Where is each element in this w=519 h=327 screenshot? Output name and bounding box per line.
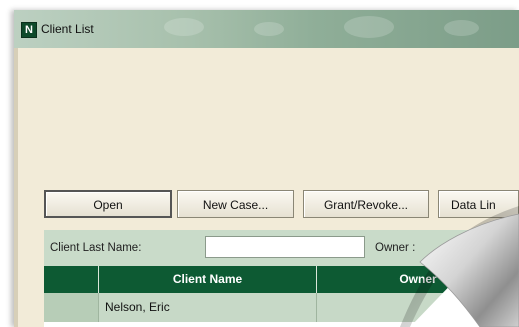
client-last-name-input[interactable]	[205, 236, 365, 258]
window-left-edge	[14, 48, 18, 327]
open-button[interactable]: Open	[44, 190, 172, 218]
new-case-button[interactable]: New Case...	[177, 190, 294, 218]
column-header-client-name[interactable]: Client Name	[99, 266, 317, 293]
filter-bar: Client Last Name: Owner :	[44, 230, 519, 266]
column-header-owner[interactable]: Owner	[317, 266, 519, 293]
window-title: Client List	[41, 22, 94, 36]
table-row[interactable]: Nelson, Eric	[44, 293, 519, 322]
titlebar-decoration	[254, 22, 284, 36]
column-header-selector[interactable]	[44, 266, 99, 293]
data-link-button[interactable]: Data Lin	[438, 190, 519, 218]
client-list-window: N Client List Open New Case... Grant/Rev…	[14, 10, 519, 327]
title-bar[interactable]: N Client List	[14, 10, 519, 48]
titlebar-decoration	[164, 18, 204, 36]
client-name-cell[interactable]: Nelson, Eric	[99, 293, 317, 322]
app-logo-icon: N	[21, 22, 37, 38]
row-selector-cell[interactable]	[44, 293, 99, 322]
owner-label: Owner :	[375, 242, 416, 254]
table-header: Client Name Owner	[44, 266, 519, 293]
client-table: Client Name Owner Nelson, Eric	[44, 266, 519, 327]
titlebar-decoration	[344, 16, 394, 38]
owner-cell[interactable]	[317, 293, 519, 322]
titlebar-decoration	[444, 20, 479, 36]
grant-revoke-button[interactable]: Grant/Revoke...	[303, 190, 429, 218]
client-last-name-label: Client Last Name:	[50, 242, 142, 254]
